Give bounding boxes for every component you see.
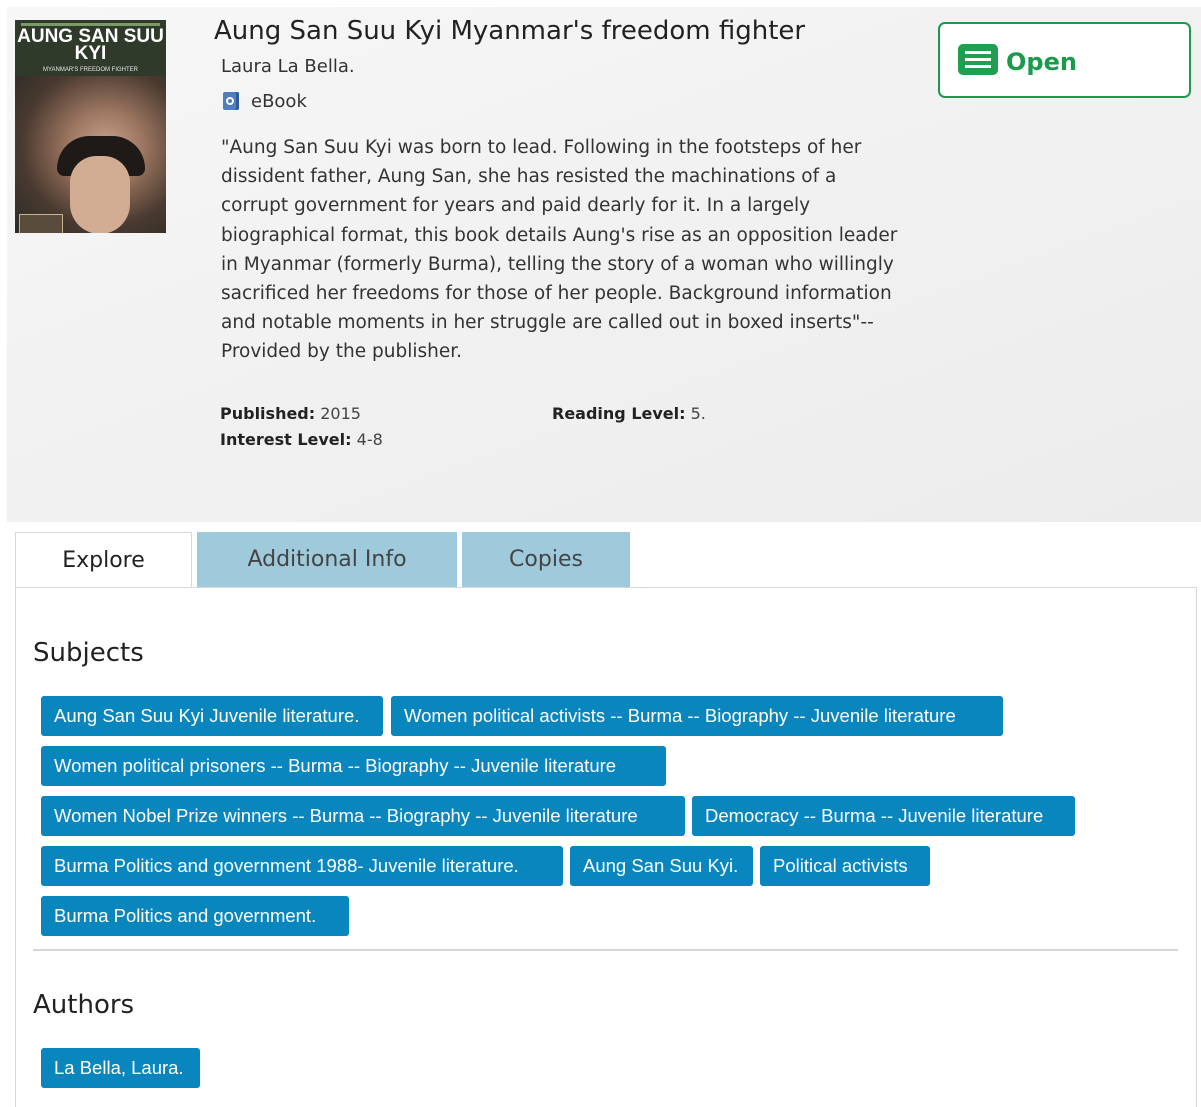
cover-portrait-face [70,156,130,233]
tab-copies[interactable]: Copies [462,532,630,587]
subject-tag[interactable]: Burma Politics and government. [41,896,349,936]
subject-tag[interactable]: Burma Politics and government 1988- Juve… [41,846,563,886]
cover-photo [15,76,166,233]
published-value: 2015 [320,404,361,423]
ebook-icon [223,92,239,110]
subject-tag[interactable]: Women Nobel Prize winners -- Burma -- Bi… [41,796,685,836]
reading-level-label: Reading Level: [552,404,686,423]
tab-explore[interactable]: Explore [15,532,192,588]
book-author: Laura La Bella. [221,56,355,77]
published-label: Published: [220,404,316,423]
published-field: Published: 2015 [220,404,361,423]
interest-level-field: Interest Level: 4-8 [220,430,383,449]
open-button-label: Open [1006,48,1077,76]
interest-level-label: Interest Level: [220,430,352,449]
authors-heading: Authors [33,990,135,1020]
section-divider [33,949,1178,951]
book-cover-image[interactable]: AUNG SAN SUU KYI MYANMAR'S FREEDOM FIGHT… [15,20,166,233]
reading-level-value: 5. [690,404,706,423]
format-label: eBook [251,90,307,112]
book-description: "Aung San Suu Kyi was born to lead. Foll… [221,137,898,363]
subject-tag[interactable]: Aung San Suu Kyi. [570,846,753,886]
cover-inset-photo [19,214,63,233]
cover-title: AUNG SAN SUU KYI [17,26,164,64]
tab-additional-info[interactable]: Additional Info [197,532,457,587]
subject-tag[interactable]: Women political activists -- Burma -- Bi… [391,696,1003,736]
reading-level-field: Reading Level: 5. [552,404,706,423]
open-book-icon [958,44,998,75]
cover-subtitle: MYANMAR'S FREEDOM FIGHTER [42,67,139,73]
open-button[interactable]: Open [938,22,1191,98]
subject-tag[interactable]: Democracy -- Burma -- Juvenile literatur… [692,796,1075,836]
subject-tag[interactable]: Women political prisoners -- Burma -- Bi… [41,746,666,786]
format-indicator: eBook [223,89,307,113]
subject-tag[interactable]: Political activists [760,846,930,886]
author-tag[interactable]: La Bella, Laura. [41,1048,200,1088]
subjects-heading: Subjects [33,638,144,668]
interest-level-value: 4-8 [356,430,383,449]
subject-tag[interactable]: Aung San Suu Kyi Juvenile literature. [41,696,383,736]
book-title: Aung San Suu Kyi Myanmar's freedom fight… [214,16,806,46]
